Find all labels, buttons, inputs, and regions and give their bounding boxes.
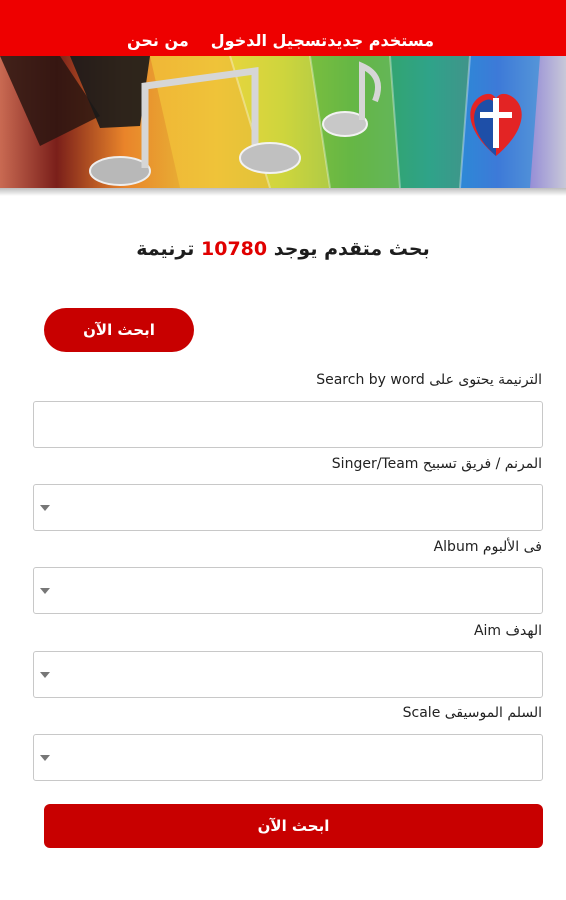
top-nav-bar: مستخدم جديد تسجيل الدخول من نحن: [0, 0, 566, 56]
piano-banner-image: [0, 56, 540, 188]
hymn-count: 10780: [201, 238, 268, 260]
nav-new-user-link[interactable]: مستخدم جديد: [327, 31, 434, 50]
album-label: فى الألبوم Album: [433, 539, 542, 555]
header-banner: [0, 56, 566, 188]
singer-team-select[interactable]: [33, 484, 543, 531]
nav-about-link[interactable]: من نحن: [127, 31, 189, 50]
nav-login-link[interactable]: تسجيل الدخول: [211, 31, 327, 50]
chevron-down-icon: [40, 754, 50, 761]
scale-select[interactable]: [33, 734, 543, 781]
album-select[interactable]: [33, 567, 543, 614]
heading-suffix: ترنيمة: [136, 238, 195, 260]
aim-select[interactable]: [33, 651, 543, 698]
chevron-down-icon: [40, 671, 50, 678]
search-word-label: الترنيمة يحتوى على Search by word: [316, 372, 542, 388]
heading-prefix: بحث متقدم يوجد: [273, 238, 430, 260]
chevron-down-icon: [40, 587, 50, 594]
search-word-input[interactable]: [34, 402, 542, 447]
chevron-down-icon: [40, 504, 50, 511]
aim-label: الهدف Aim: [473, 623, 542, 639]
banner-divider: [0, 188, 566, 196]
search-now-button-top[interactable]: ابحث الآن: [44, 308, 194, 352]
singer-team-label: المرنم / فريق تسبيح Singer/Team: [331, 456, 542, 472]
search-heading: بحث متقدم يوجد 10780 ترنيمة: [0, 238, 566, 260]
search-now-button-bottom[interactable]: ابحث الآن: [44, 804, 543, 848]
search-word-field[interactable]: [33, 401, 543, 448]
scale-label: السلم الموسيقى Scale: [402, 705, 542, 721]
